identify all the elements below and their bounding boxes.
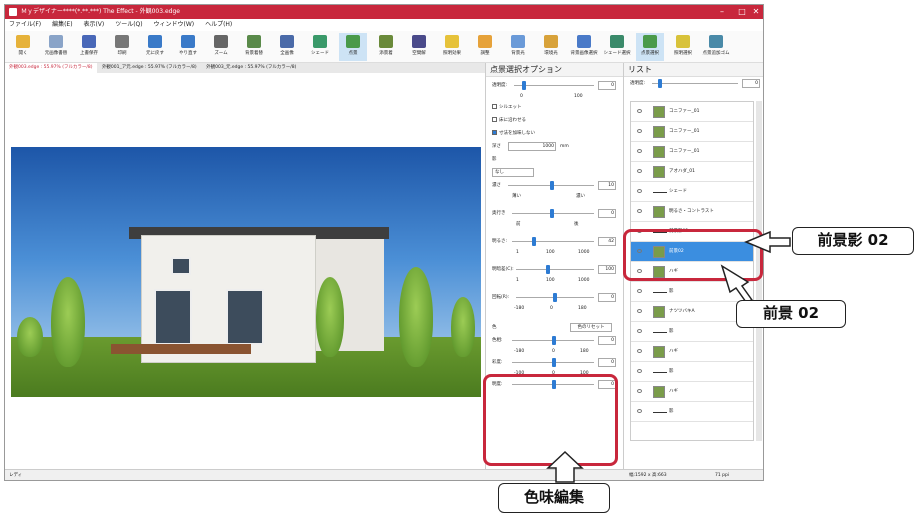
callout-hue-edit: 色味編集 (498, 483, 610, 513)
callout-foreground-shadow: 前景影 02 (792, 227, 914, 255)
callout-arrows (546, 230, 791, 483)
callout-foreground: 前景 02 (736, 300, 846, 328)
